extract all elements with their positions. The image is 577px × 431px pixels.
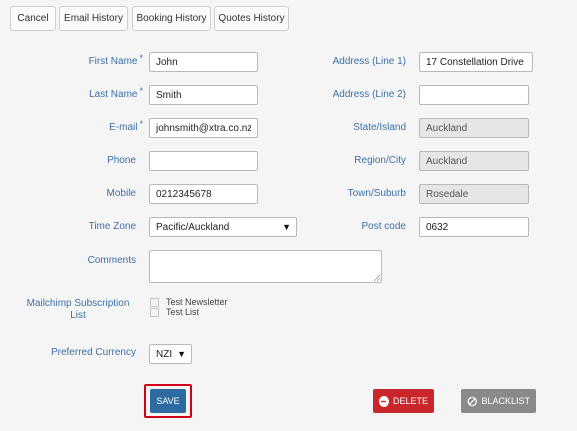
currency-value: NZI	[156, 348, 173, 360]
save-button[interactable]: SAVE	[150, 389, 186, 413]
required-marker: *	[139, 86, 143, 96]
phone-label: Phone	[107, 155, 136, 166]
mobile-label: Mobile	[106, 188, 136, 199]
mailchimp-label: Mailchimp Subscription List	[20, 298, 136, 322]
region-city-input	[419, 151, 529, 171]
state-island-input	[419, 118, 529, 138]
mobile-input[interactable]	[149, 184, 258, 204]
blacklist-label: BLACKLIST	[481, 396, 530, 406]
checkbox-test-list[interactable]	[150, 308, 159, 317]
dropdown-arrow-icon: ▼	[177, 349, 186, 359]
test-list-label: Test List	[166, 307, 200, 317]
phone-input[interactable]	[149, 151, 258, 171]
resize-grip-icon[interactable]	[373, 274, 380, 281]
time-zone-select[interactable]: Pacific/Auckland ▼	[149, 217, 297, 237]
cancel-button[interactable]: Cancel	[10, 6, 56, 31]
comments-label: Comments	[87, 255, 136, 266]
comments-wrapper	[149, 250, 382, 283]
post-code-input[interactable]	[419, 217, 529, 237]
last-name-input[interactable]	[149, 85, 258, 105]
address-line1-label: Address (Line 1)	[332, 56, 406, 67]
ban-icon	[467, 396, 477, 406]
time-zone-value: Pacific/Auckland	[156, 221, 230, 233]
last-name-label: Last Name *	[89, 86, 143, 100]
checkbox-test-newsletter[interactable]	[150, 298, 159, 307]
test-newsletter-label: Test Newsletter	[166, 297, 228, 307]
dropdown-arrow-icon: ▼	[282, 222, 291, 232]
address-line2-label: Address (Line 2)	[332, 89, 406, 100]
mailchimp-label-line2: List	[70, 310, 86, 321]
tab-quotes-history[interactable]: Quotes History	[214, 6, 289, 31]
email-input[interactable]	[149, 118, 258, 138]
required-marker: *	[139, 53, 143, 63]
post-code-label: Post code	[361, 221, 406, 232]
mailchimp-label-line1: Mailchimp Subscription	[26, 298, 130, 309]
time-zone-label: Time Zone	[88, 221, 136, 232]
first-name-input[interactable]	[149, 52, 258, 72]
minus-circle-icon	[379, 395, 389, 407]
blacklist-button[interactable]: BLACKLIST	[461, 389, 536, 413]
delete-button[interactable]: DELETE	[373, 389, 434, 413]
tab-email-history[interactable]: Email History	[59, 6, 128, 31]
email-label: E-mail *	[109, 119, 143, 133]
town-suburb-input	[419, 184, 529, 204]
preferred-currency-label: Preferred Currency	[50, 347, 136, 358]
first-name-label: First Name *	[88, 53, 143, 67]
address-line1-input[interactable]	[419, 52, 533, 72]
town-suburb-label: Town/Suburb	[347, 188, 406, 199]
delete-label: DELETE	[392, 396, 428, 406]
comments-textarea[interactable]	[149, 250, 382, 283]
state-island-label: State/Island	[353, 122, 406, 133]
currency-select[interactable]: NZI ▼	[149, 344, 192, 364]
region-city-label: Region/City	[354, 155, 406, 166]
tab-booking-history[interactable]: Booking History	[132, 6, 211, 31]
address-line2-input[interactable]	[419, 85, 529, 105]
required-marker: *	[139, 119, 143, 129]
